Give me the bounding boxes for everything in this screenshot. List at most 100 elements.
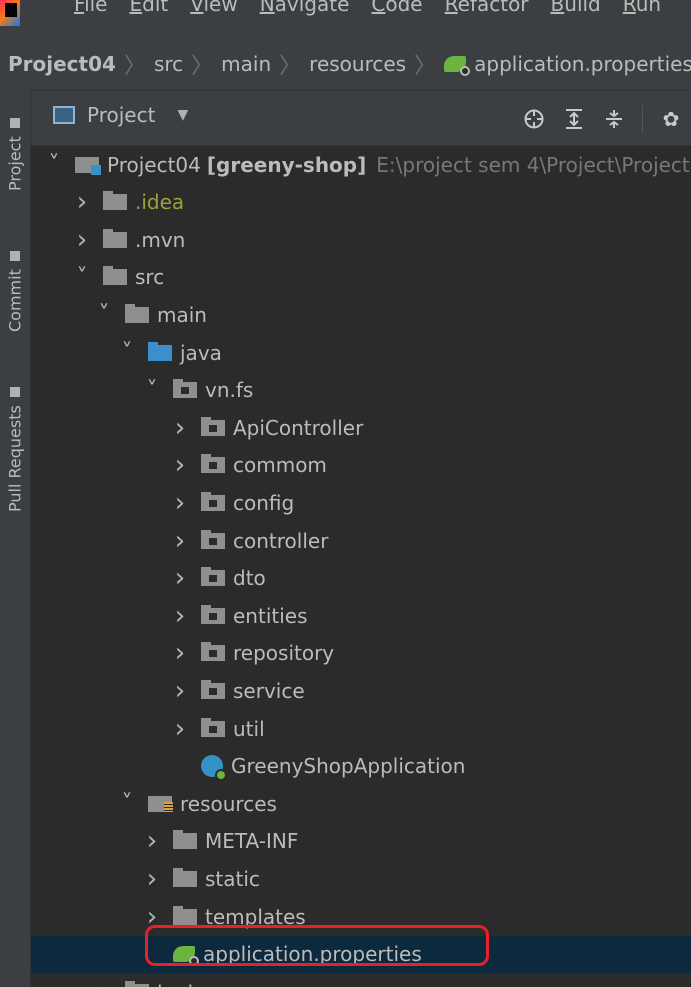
tree-row[interactable]: › config (31, 484, 691, 521)
breadcrumb-separator-icon: 〉 (123, 54, 146, 79)
package-icon (201, 454, 225, 474)
resources-folder-icon (148, 795, 173, 812)
project-view-selector[interactable]: Project ▼ (53, 103, 188, 127)
tree-row[interactable]: ˅ Project04 [greeny-shop] E:\project sem 4\… (31, 146, 691, 183)
chevron-down-icon[interactable]: ˅ (41, 152, 67, 177)
tree-item-label: vn.fs (205, 378, 254, 403)
menu-item[interactable]: Code (371, 0, 422, 16)
app-logo-icon[interactable] (0, 0, 20, 26)
stripe-tab-pull-requests[interactable]: Pull Requests (2, 352, 28, 512)
tree-row[interactable]: › META-INF (31, 823, 691, 860)
tree-row[interactable]: ›GreenyShopApplication (31, 748, 691, 785)
tree-row[interactable]: › commom (31, 447, 691, 484)
chevron-right-icon[interactable]: › (139, 864, 165, 894)
chevron-down-icon[interactable]: ˅ (139, 378, 165, 403)
menu-item[interactable]: Navigate (260, 0, 350, 16)
chevron-right-icon[interactable]: › (139, 826, 165, 856)
spring-properties-icon (444, 56, 471, 76)
tree-row[interactable]: › service (31, 672, 691, 709)
tree-row[interactable]: ˅ src (31, 259, 691, 296)
expand-all-button[interactable] (554, 106, 594, 132)
tree-row[interactable]: › templates (31, 898, 691, 935)
tree-row[interactable]: › util (31, 710, 691, 747)
tree-item-label: commom (233, 453, 327, 478)
pull-requests-tab-icon (10, 387, 20, 398)
menu-label-rest: iew (203, 0, 238, 16)
collapse-all-button[interactable] (594, 106, 634, 132)
package-icon (201, 604, 225, 624)
tree-row[interactable]: › .mvn (31, 221, 691, 258)
dropdown-caret-icon: ▼ (177, 107, 189, 123)
toolbar-divider (642, 105, 643, 133)
breadcrumb-item[interactable]: src (154, 52, 183, 76)
expand-all-icon (566, 109, 582, 129)
tree-item-label: entities (233, 603, 308, 628)
select-opened-file-button[interactable] (514, 106, 554, 132)
tree-row[interactable]: › ApiController (31, 409, 691, 446)
folder-icon (125, 303, 149, 323)
breadcrumb-item[interactable]: main (221, 52, 271, 76)
tree-row[interactable]: › dto (31, 560, 691, 597)
chevron-down-icon[interactable]: ˅ (91, 302, 117, 327)
settings-button[interactable]: ✿ (651, 106, 691, 132)
menu-mnemonic: F (74, 0, 85, 16)
tree-row[interactable]: › controller (31, 522, 691, 559)
menu-item[interactable]: Run (623, 0, 661, 16)
menu-item[interactable]: File (74, 0, 107, 16)
tree-row[interactable]: › entities (31, 597, 691, 634)
tool-window-actions: ✿ (514, 105, 691, 133)
chevron-right-icon[interactable]: › (167, 488, 193, 518)
tree-row[interactable]: › repository (31, 635, 691, 672)
menu-item[interactable]: Edit (129, 0, 168, 16)
breadcrumb-item[interactable]: Project04 (8, 52, 116, 76)
menu-item[interactable]: Build (551, 0, 601, 16)
chevron-right-icon[interactable]: › (91, 977, 117, 987)
folder-icon (173, 905, 197, 925)
menu-mnemonic: R (622, 0, 636, 16)
chevron-right-icon[interactable]: › (69, 225, 95, 255)
chevron-down-icon[interactable]: ˅ (114, 791, 140, 816)
chevron-down-icon[interactable]: ˅ (69, 265, 95, 290)
chevron-right-icon[interactable]: › (167, 714, 193, 744)
menu-item[interactable]: View (190, 0, 237, 16)
chevron-right-icon[interactable]: › (167, 450, 193, 480)
menu-item[interactable]: Refactor (445, 0, 529, 16)
package-icon (201, 529, 225, 549)
breadcrumb-item[interactable]: application.properties (444, 52, 691, 76)
stripe-tab-commit[interactable]: Commit (2, 202, 28, 332)
folder-icon (173, 830, 197, 850)
tree-item-label: main (157, 302, 207, 327)
tree-item-label: .idea (135, 190, 185, 215)
chevron-right-icon[interactable]: › (167, 676, 193, 706)
menu-label-rest: ile (84, 0, 108, 16)
tree-item-label: resources (180, 791, 277, 816)
crosshair-icon (524, 109, 544, 129)
chevron-right-icon[interactable]: › (139, 902, 165, 932)
menu-mnemonic: N (259, 0, 275, 16)
tree-row[interactable]: ˅ main (31, 296, 691, 333)
package-icon (201, 491, 225, 511)
commit-tab-icon (10, 251, 20, 262)
tree-row[interactable]: ›application.properties (31, 935, 691, 973)
chevron-right-icon[interactable]: › (167, 526, 193, 556)
package-icon (173, 379, 197, 399)
chevron-right-icon[interactable]: › (167, 601, 193, 631)
tree-row[interactable]: › static (31, 860, 691, 897)
tree-row[interactable]: › test (31, 973, 691, 987)
chevron-right-icon[interactable]: › (167, 413, 193, 443)
menu-label-rest: avigate (274, 0, 350, 16)
chevron-down-icon[interactable]: ˅ (114, 340, 140, 365)
tree-row[interactable]: ˅ java (31, 334, 691, 371)
chevron-right-icon[interactable]: › (69, 187, 95, 217)
stripe-tab-project[interactable]: Project (2, 96, 28, 191)
stripe-tab-project-label: Project (5, 136, 25, 191)
tree-row[interactable]: ˅ vn.fs (31, 372, 691, 409)
module-name: [greeny-shop] (206, 152, 367, 177)
folder-icon (103, 266, 127, 286)
tree-row[interactable]: › .idea (31, 184, 691, 221)
chevron-right-icon[interactable]: › (167, 638, 193, 668)
tree-row[interactable]: ˅ resources (31, 785, 691, 822)
chevron-right-icon[interactable]: › (167, 563, 193, 593)
breadcrumb-item[interactable]: resources (309, 52, 406, 76)
menu-label-rest: uild (564, 0, 601, 16)
